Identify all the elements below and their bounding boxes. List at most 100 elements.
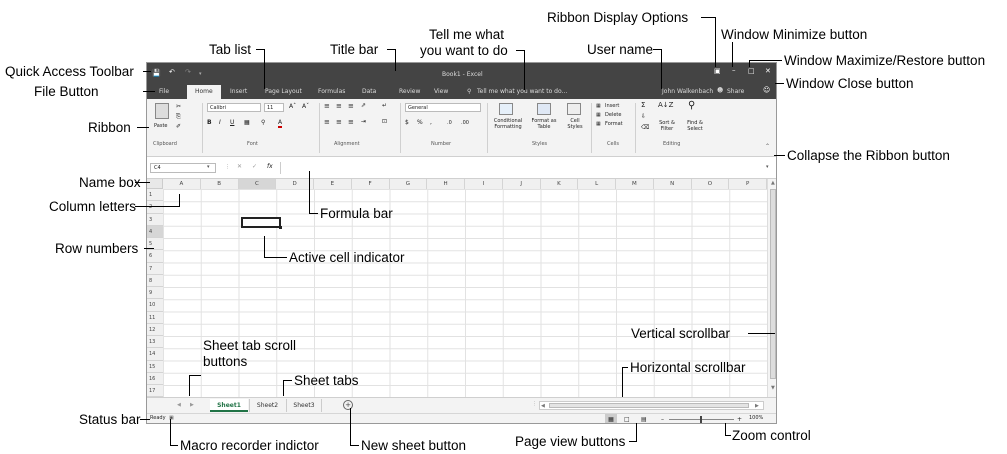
user-name[interactable]: John Walkenbach: [662, 88, 713, 95]
increase-decimal-icon[interactable]: .0: [447, 120, 452, 126]
row-header[interactable]: 3: [147, 213, 163, 226]
zoom-out-icon[interactable]: –: [661, 414, 664, 423]
column-header[interactable]: J: [502, 179, 541, 189]
grow-font-icon[interactable]: Aˆ: [289, 103, 296, 110]
row-header[interactable]: 14: [147, 348, 163, 361]
row-header[interactable]: 16: [147, 372, 163, 385]
tab-scroll-right-icon[interactable]: ▶: [190, 402, 194, 408]
align-bottom-icon[interactable]: ≡: [348, 102, 354, 110]
column-header[interactable]: O: [691, 179, 730, 189]
sort-filter-icon[interactable]: A↓Z: [658, 101, 673, 109]
row-header[interactable]: 4: [147, 225, 163, 238]
shrink-font-icon[interactable]: Aˇ: [302, 103, 309, 110]
fill-icon[interactable]: ⇩: [641, 113, 646, 120]
percent-icon[interactable]: %: [417, 119, 423, 126]
font-size-box[interactable]: 11: [264, 103, 284, 112]
column-header[interactable]: N: [653, 179, 692, 189]
align-center-icon[interactable]: ≡: [336, 118, 342, 126]
column-header[interactable]: I: [465, 179, 503, 189]
column-header[interactable]: A: [163, 179, 201, 189]
row-header[interactable]: 9: [147, 287, 163, 300]
column-header[interactable]: F: [351, 179, 390, 189]
delete-cells-button[interactable]: Delete: [605, 112, 621, 118]
currency-icon[interactable]: $: [405, 119, 409, 126]
clear-icon[interactable]: ⌫: [641, 124, 649, 131]
expand-formula-bar-icon[interactable]: ▾: [766, 164, 769, 170]
fill-handle[interactable]: [279, 226, 282, 229]
maximize-icon[interactable]: □: [748, 67, 755, 75]
align-right-icon[interactable]: ≡: [348, 118, 354, 126]
row-header[interactable]: 2: [147, 201, 163, 214]
zoom-in-icon[interactable]: +: [737, 414, 742, 423]
font-color-icon[interactable]: A: [278, 119, 283, 128]
sheet-tab-2[interactable]: Sheet2: [249, 399, 285, 412]
sheet-tab-1[interactable]: Sheet1: [210, 399, 248, 412]
row-header[interactable]: 1: [147, 189, 163, 202]
close-icon[interactable]: ✕: [765, 67, 771, 75]
cell-styles-label[interactable]: Cell Styles: [563, 118, 587, 130]
active-cell-indicator[interactable]: [241, 217, 281, 228]
normal-view-icon[interactable]: ▦: [605, 414, 617, 423]
tab-scroll-left-icon[interactable]: ◀: [177, 402, 181, 408]
cancel-entry-icon[interactable]: ✕: [237, 163, 242, 170]
tab-data[interactable]: Data: [362, 88, 376, 95]
copy-icon[interactable]: ⎘: [176, 113, 181, 121]
conditional-formatting-icon[interactable]: [499, 103, 513, 115]
autosum-icon[interactable]: Σ: [641, 101, 645, 109]
row-header[interactable]: 17: [147, 385, 163, 398]
borders-icon[interactable]: ▦: [244, 119, 250, 126]
format-as-table-label[interactable]: Format as Table: [528, 118, 560, 130]
sort-filter-label[interactable]: Sort & Filter: [654, 120, 680, 132]
merge-center-icon[interactable]: ⊡: [382, 118, 387, 125]
font-name-box[interactable]: Calibri: [207, 103, 261, 112]
insert-function-icon[interactable]: fx: [267, 163, 273, 170]
format-painter-icon[interactable]: ✐: [176, 123, 181, 130]
minimize-icon[interactable]: –: [732, 66, 736, 74]
select-all-corner[interactable]: [147, 179, 163, 189]
formula-bar[interactable]: [280, 162, 773, 174]
column-header[interactable]: H: [427, 179, 465, 189]
scroll-down-icon[interactable]: ▼: [771, 385, 775, 391]
collapse-ribbon-icon[interactable]: ⌃: [765, 143, 770, 150]
row-header[interactable]: 6: [147, 250, 163, 263]
zoom-slider-thumb[interactable]: [700, 416, 702, 423]
customize-qat-icon[interactable]: ▾: [199, 71, 202, 77]
column-header[interactable]: C: [238, 179, 277, 189]
sheet-tab-3[interactable]: Sheet3: [286, 399, 322, 412]
tab-insert[interactable]: Insert: [230, 88, 247, 95]
row-header[interactable]: 8: [147, 274, 163, 287]
conditional-formatting-label[interactable]: Conditional Formatting: [490, 118, 526, 130]
number-format-box[interactable]: General: [405, 103, 481, 112]
share-button[interactable]: Share: [727, 88, 744, 95]
fill-color-icon[interactable]: ⚲: [261, 119, 265, 126]
name-box-dropdown-icon[interactable]: ▾: [207, 164, 210, 170]
zoom-level[interactable]: 100%: [749, 415, 763, 421]
new-sheet-icon[interactable]: +: [343, 400, 353, 410]
tab-page-layout[interactable]: Page Layout: [265, 88, 302, 95]
scroll-up-icon[interactable]: ▲: [771, 180, 775, 186]
bold-icon[interactable]: B: [207, 119, 212, 126]
column-header[interactable]: G: [389, 179, 428, 189]
tab-formulas[interactable]: Formulas: [318, 88, 345, 95]
align-left-icon[interactable]: ≡: [324, 118, 330, 126]
wrap-text-icon[interactable]: ↵: [382, 102, 387, 109]
save-icon[interactable]: 💾: [152, 69, 161, 77]
column-header[interactable]: E: [314, 179, 352, 189]
find-select-icon[interactable]: ⚲: [688, 100, 695, 111]
align-top-icon[interactable]: ≡: [324, 102, 330, 110]
vertical-scrollbar[interactable]: ▲ ▼: [767, 179, 776, 397]
row-header[interactable]: 10: [147, 299, 163, 312]
redo-icon[interactable]: ↷: [185, 68, 191, 76]
ribbon-display-options-icon[interactable]: ▣: [714, 67, 721, 75]
tab-review[interactable]: Review: [399, 88, 420, 95]
row-header[interactable]: 13: [147, 336, 163, 349]
column-header[interactable]: P: [729, 179, 767, 189]
tab-view[interactable]: View: [434, 88, 448, 95]
find-select-label[interactable]: Find & Select: [682, 120, 708, 132]
row-header[interactable]: 12: [147, 323, 163, 336]
page-layout-view-icon[interactable]: □: [624, 414, 630, 423]
scroll-left-icon[interactable]: ◀: [541, 403, 545, 409]
orientation-icon[interactable]: ⇗: [361, 102, 366, 109]
horizontal-scrollbar[interactable]: ◀ ▶: [539, 401, 764, 410]
column-header[interactable]: B: [200, 179, 239, 189]
